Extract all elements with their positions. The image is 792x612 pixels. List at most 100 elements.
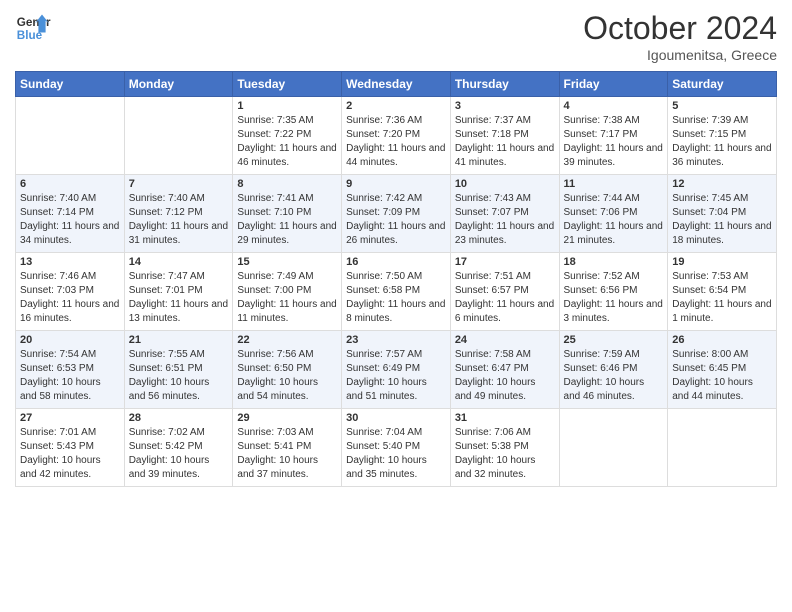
- day-number: 30: [346, 412, 446, 424]
- day-number: 23: [346, 334, 446, 346]
- day-number: 10: [455, 178, 555, 190]
- day-number: 12: [672, 178, 772, 190]
- day-cell: 14 Sunrise: 7:47 AMSunset: 7:01 PMDayligh…: [124, 253, 233, 331]
- day-header-thursday: Thursday: [450, 72, 559, 97]
- day-cell: 26 Sunrise: 8:00 AMSunset: 6:45 PMDayligh…: [668, 331, 777, 409]
- day-info: Sunrise: 7:36 AMSunset: 7:20 PMDaylight:…: [346, 114, 446, 170]
- day-number: 24: [455, 334, 555, 346]
- day-cell: 13 Sunrise: 7:46 AMSunset: 7:03 PMDayligh…: [16, 253, 125, 331]
- day-number: 31: [455, 412, 555, 424]
- day-info: Sunrise: 7:03 AMSunset: 5:41 PMDaylight:…: [237, 426, 337, 482]
- day-info: Sunrise: 7:49 AMSunset: 7:00 PMDaylight:…: [237, 270, 337, 326]
- svg-text:General: General: [17, 16, 51, 29]
- day-info: Sunrise: 7:51 AMSunset: 6:57 PMDaylight:…: [455, 270, 555, 326]
- day-info: Sunrise: 7:52 AMSunset: 6:56 PMDaylight:…: [564, 270, 664, 326]
- day-header-friday: Friday: [559, 72, 668, 97]
- week-row-2: 6Sunrise: 7:40 AMSunset: 7:14 PMDaylight…: [16, 175, 777, 253]
- day-info: Sunrise: 8:00 AMSunset: 6:45 PMDaylight:…: [672, 348, 772, 404]
- day-number: 14: [129, 256, 229, 268]
- day-cell: 6Sunrise: 7:40 AMSunset: 7:14 PMDaylight…: [16, 175, 125, 253]
- day-number: 2: [346, 100, 446, 112]
- day-cell: 9 Sunrise: 7:42 AMSunset: 7:09 PMDaylight…: [342, 175, 451, 253]
- day-number: 29: [237, 412, 337, 424]
- day-number: 28: [129, 412, 229, 424]
- day-info: Sunrise: 7:46 AMSunset: 7:03 PMDaylight:…: [20, 270, 120, 326]
- day-info: Sunrise: 7:56 AMSunset: 6:50 PMDaylight:…: [237, 348, 337, 404]
- month-title: October 2024: [583, 10, 777, 47]
- day-cell: [16, 97, 125, 175]
- day-cell: 25 Sunrise: 7:59 AMSunset: 6:46 PMDayligh…: [559, 331, 668, 409]
- day-info: Sunrise: 7:35 AMSunset: 7:22 PMDaylight:…: [237, 114, 337, 170]
- day-number: 19: [672, 256, 772, 268]
- week-row-4: 20 Sunrise: 7:54 AMSunset: 6:53 PMDayligh…: [16, 331, 777, 409]
- day-cell: 1 Sunrise: 7:35 AMSunset: 7:22 PMDaylight…: [233, 97, 342, 175]
- day-number: 21: [129, 334, 229, 346]
- day-cell: 11 Sunrise: 7:44 AMSunset: 7:06 PMDayligh…: [559, 175, 668, 253]
- day-number: 22: [237, 334, 337, 346]
- day-info: Sunrise: 7:44 AMSunset: 7:06 PMDaylight:…: [564, 192, 664, 248]
- day-cell: 30Sunrise: 7:04 AMSunset: 5:40 PMDayligh…: [342, 409, 451, 487]
- day-number: 9: [346, 178, 446, 190]
- day-cell: 17 Sunrise: 7:51 AMSunset: 6:57 PMDayligh…: [450, 253, 559, 331]
- day-cell: 3 Sunrise: 7:37 AMSunset: 7:18 PMDaylight…: [450, 97, 559, 175]
- day-info: Sunrise: 7:57 AMSunset: 6:49 PMDaylight:…: [346, 348, 446, 404]
- day-cell: 29 Sunrise: 7:03 AMSunset: 5:41 PMDayligh…: [233, 409, 342, 487]
- day-number: 25: [564, 334, 664, 346]
- day-number: 1: [237, 100, 337, 112]
- day-cell: 16 Sunrise: 7:50 AMSunset: 6:58 PMDayligh…: [342, 253, 451, 331]
- day-number: 8: [237, 178, 337, 190]
- day-info: Sunrise: 7:42 AMSunset: 7:09 PMDaylight:…: [346, 192, 446, 248]
- day-cell: 28 Sunrise: 7:02 AMSunset: 5:42 PMDayligh…: [124, 409, 233, 487]
- day-header-tuesday: Tuesday: [233, 72, 342, 97]
- day-cell: 27Sunrise: 7:01 AMSunset: 5:43 PMDayligh…: [16, 409, 125, 487]
- day-info: Sunrise: 7:54 AMSunset: 6:53 PMDaylight:…: [20, 348, 120, 404]
- day-number: 18: [564, 256, 664, 268]
- day-info: Sunrise: 7:06 AMSunset: 5:38 PMDaylight:…: [455, 426, 555, 482]
- day-cell: 31 Sunrise: 7:06 AMSunset: 5:38 PMDayligh…: [450, 409, 559, 487]
- day-cell: [668, 409, 777, 487]
- day-info: Sunrise: 7:39 AMSunset: 7:15 PMDaylight:…: [672, 114, 772, 170]
- day-number: 20: [20, 334, 120, 346]
- week-row-1: 1 Sunrise: 7:35 AMSunset: 7:22 PMDaylight…: [16, 97, 777, 175]
- day-cell: 8 Sunrise: 7:41 AMSunset: 7:10 PMDaylight…: [233, 175, 342, 253]
- day-number: 3: [455, 100, 555, 112]
- calendar-table: SundayMondayTuesdayWednesdayThursdayFrid…: [15, 71, 777, 487]
- day-cell: 24Sunrise: 7:58 AMSunset: 6:47 PMDayligh…: [450, 331, 559, 409]
- day-header-monday: Monday: [124, 72, 233, 97]
- day-cell: 22 Sunrise: 7:56 AMSunset: 6:50 PMDayligh…: [233, 331, 342, 409]
- day-info: Sunrise: 7:01 AMSunset: 5:43 PMDaylight:…: [20, 426, 120, 482]
- day-cell: 7Sunrise: 7:40 AMSunset: 7:12 PMDaylight…: [124, 175, 233, 253]
- day-number: 16: [346, 256, 446, 268]
- day-number: 15: [237, 256, 337, 268]
- day-info: Sunrise: 7:40 AMSunset: 7:12 PMDaylight:…: [129, 192, 229, 248]
- day-cell: 18 Sunrise: 7:52 AMSunset: 6:56 PMDayligh…: [559, 253, 668, 331]
- day-cell: [559, 409, 668, 487]
- day-number: 5: [672, 100, 772, 112]
- day-cell: [124, 97, 233, 175]
- day-cell: 12Sunrise: 7:45 AMSunset: 7:04 PMDayligh…: [668, 175, 777, 253]
- day-header-wednesday: Wednesday: [342, 72, 451, 97]
- week-row-5: 27Sunrise: 7:01 AMSunset: 5:43 PMDayligh…: [16, 409, 777, 487]
- day-cell: 19 Sunrise: 7:53 AMSunset: 6:54 PMDayligh…: [668, 253, 777, 331]
- day-number: 13: [20, 256, 120, 268]
- day-info: Sunrise: 7:53 AMSunset: 6:54 PMDaylight:…: [672, 270, 772, 326]
- day-cell: 5 Sunrise: 7:39 AMSunset: 7:15 PMDaylight…: [668, 97, 777, 175]
- day-number: 26: [672, 334, 772, 346]
- day-info: Sunrise: 7:55 AMSunset: 6:51 PMDaylight:…: [129, 348, 229, 404]
- day-number: 11: [564, 178, 664, 190]
- day-number: 17: [455, 256, 555, 268]
- day-info: Sunrise: 7:02 AMSunset: 5:42 PMDaylight:…: [129, 426, 229, 482]
- day-number: 4: [564, 100, 664, 112]
- day-header-saturday: Saturday: [668, 72, 777, 97]
- day-info: Sunrise: 7:47 AMSunset: 7:01 PMDaylight:…: [129, 270, 229, 326]
- location: Igoumenitsa, Greece: [583, 47, 777, 63]
- day-info: Sunrise: 7:59 AMSunset: 6:46 PMDaylight:…: [564, 348, 664, 404]
- header-row: SundayMondayTuesdayWednesdayThursdayFrid…: [16, 72, 777, 97]
- day-info: Sunrise: 7:41 AMSunset: 7:10 PMDaylight:…: [237, 192, 337, 248]
- day-info: Sunrise: 7:50 AMSunset: 6:58 PMDaylight:…: [346, 270, 446, 326]
- day-info: Sunrise: 7:37 AMSunset: 7:18 PMDaylight:…: [455, 114, 555, 170]
- page-header: General Blue October 2024 Igoumenitsa, G…: [15, 10, 777, 63]
- logo: General Blue: [15, 10, 51, 46]
- day-cell: 10Sunrise: 7:43 AMSunset: 7:07 PMDayligh…: [450, 175, 559, 253]
- day-cell: 21 Sunrise: 7:55 AMSunset: 6:51 PMDayligh…: [124, 331, 233, 409]
